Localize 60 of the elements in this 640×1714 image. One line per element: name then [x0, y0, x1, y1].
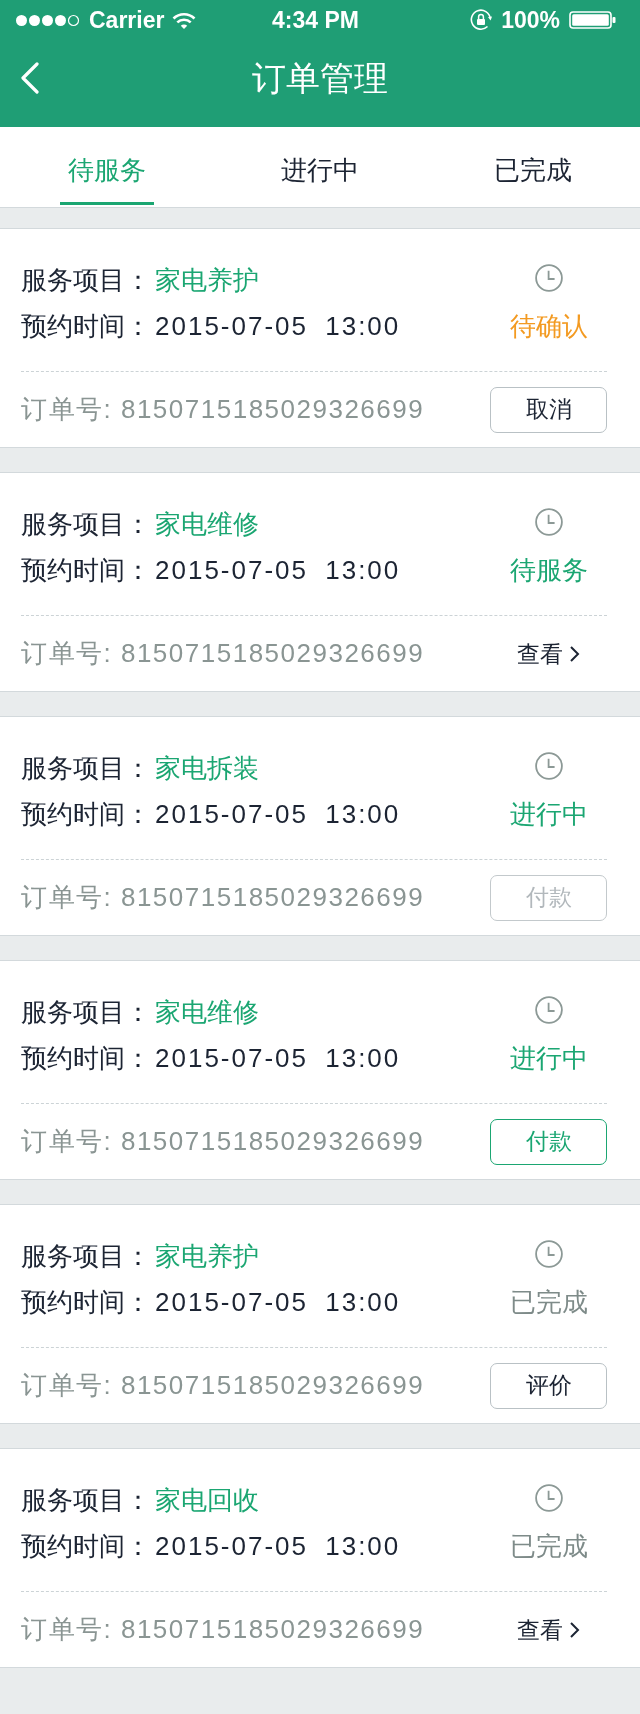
clock-icon: [534, 508, 563, 536]
back-icon: [20, 61, 40, 94]
rotation-lock-icon: [470, 9, 493, 31]
details-link[interactable]: 查看: [517, 638, 580, 669]
tab[interactable]: 进行中: [213, 127, 427, 207]
field-label: 预约时间：: [21, 1529, 151, 1563]
order-number: 订单号: 8150715185029326699: [21, 881, 425, 914]
appointment-time: 2015-07-05 13:00: [155, 1530, 401, 1562]
service-name: 家电养护: [155, 263, 259, 297]
field-label: 预约时间：: [21, 553, 151, 587]
action-button[interactable]: 取消: [490, 386, 607, 433]
order-number: 订单号: 8150715185029326699: [21, 637, 425, 670]
details-link[interactable]: 查看: [517, 1614, 580, 1645]
order-status: 待服务: [509, 554, 588, 587]
service-name: 家电拆装: [155, 751, 259, 785]
order-number: 订单号: 8150715185029326699: [21, 1369, 425, 1402]
carrier-name: Carrier: [89, 6, 165, 34]
service-name: 家电养护: [155, 1239, 259, 1273]
field-label: 预约时间：: [21, 1041, 151, 1075]
field-label: 服务项目：: [21, 995, 151, 1029]
battery-percent: 100%: [501, 6, 560, 34]
clock-icon: [534, 996, 563, 1024]
back-button[interactable]: [20, 61, 40, 94]
wifi-icon: [172, 11, 197, 29]
action-button[interactable]: 评价: [490, 1362, 607, 1409]
appointment-time: 2015-07-05 13:00: [155, 1286, 401, 1318]
chevron-right-icon: [569, 1620, 580, 1639]
field-label: 预约时间：: [21, 1285, 151, 1319]
field-label: 服务项目：: [21, 507, 151, 541]
appointment-time: 2015-07-05 13:00: [155, 1042, 401, 1074]
service-name: 家电维修: [155, 995, 259, 1029]
service-name: 家电回收: [155, 1483, 259, 1517]
field-label: 预约时间：: [21, 309, 151, 343]
order-number: 订单号: 8150715185029326699: [21, 1125, 425, 1158]
appointment-time: 2015-07-05 13:00: [155, 798, 401, 830]
clock-time: 4:34 PM: [272, 6, 359, 34]
clock-icon: [534, 1240, 563, 1268]
order-status: 已完成: [509, 1286, 588, 1319]
order-status: 已完成: [509, 1530, 588, 1563]
field-label: 服务项目：: [21, 751, 151, 785]
field-label: 预约时间：: [21, 797, 151, 831]
signal-icon: [15, 13, 81, 27]
order-number: 订单号: 8150715185029326699: [21, 393, 425, 426]
clock-icon: [534, 1484, 563, 1512]
clock-icon: [534, 264, 563, 292]
battery-icon: [569, 11, 616, 29]
appointment-time: 2015-07-05 13:00: [155, 554, 401, 586]
order-number: 订单号: 8150715185029326699: [21, 1613, 425, 1646]
order-status: 进行中: [509, 1042, 588, 1075]
appointment-time: 2015-07-05 13:00: [155, 310, 401, 342]
field-label: 服务项目：: [21, 263, 151, 297]
order-status: 进行中: [509, 798, 588, 831]
field-label: 服务项目：: [21, 1239, 151, 1273]
field-label: 服务项目：: [21, 1483, 151, 1517]
tab[interactable]: 已完成: [426, 127, 640, 207]
clock-icon: [534, 752, 563, 780]
chevron-right-icon: [569, 644, 580, 663]
service-name: 家电维修: [155, 507, 259, 541]
page-title: 订单管理: [252, 57, 388, 99]
order-status: 待确认: [509, 310, 588, 343]
